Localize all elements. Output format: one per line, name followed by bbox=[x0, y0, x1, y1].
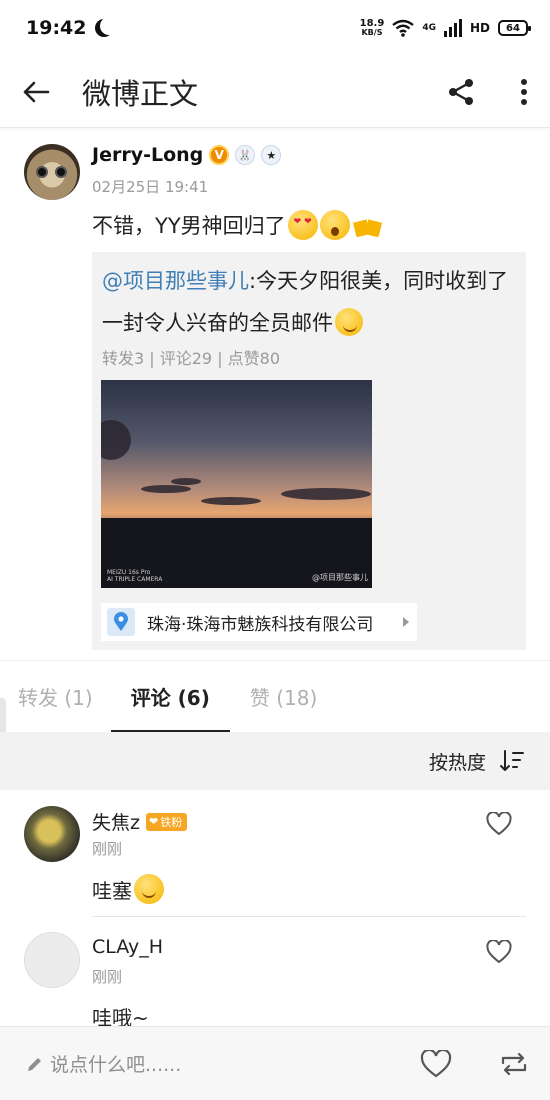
photo-cloud bbox=[281, 488, 371, 500]
bottom-actions bbox=[420, 1049, 528, 1078]
moon-icon bbox=[100, 17, 118, 35]
commenter-name[interactable]: 失焦z bbox=[92, 808, 140, 835]
blush-emoji-icon bbox=[134, 874, 164, 904]
comment-text: 哇塞 bbox=[92, 878, 132, 903]
avatar-eye bbox=[36, 166, 48, 178]
commenter-avatar[interactable] bbox=[24, 806, 80, 862]
hd-indicator: HD bbox=[469, 21, 490, 35]
sort-bar: 按热度 bbox=[0, 732, 550, 790]
tab-comments[interactable]: 评论 (6) bbox=[110, 661, 231, 733]
repost-text: @项目那些事儿:今天夕阳很美，同时收到了一封令人兴奋的全员邮件 bbox=[102, 260, 512, 344]
author-name[interactable]: Jerry-Long bbox=[92, 144, 203, 166]
comment-time: 刚刚 bbox=[92, 840, 123, 858]
heart-outline-icon[interactable] bbox=[486, 812, 512, 836]
fan-badge-label: 铁粉 bbox=[160, 815, 183, 829]
author-row: Jerry-Long V 🐰 ★ bbox=[92, 144, 282, 166]
more-vertical-icon[interactable] bbox=[520, 78, 528, 106]
commenter-name-row: 失焦z ❤ 铁粉 bbox=[92, 808, 188, 835]
network-speed-unit: KB/S bbox=[361, 28, 383, 37]
bunny-badge-icon: 🐰 bbox=[235, 145, 256, 165]
signal-icon bbox=[443, 19, 462, 37]
photo-watermark: MEIZU 16s Pro AI TRIPLE CAMERA bbox=[107, 569, 162, 583]
back-arrow-icon[interactable] bbox=[22, 80, 50, 104]
repost-stats: 转发3 | 评论29 | 点赞80 bbox=[102, 349, 281, 368]
network-type: 4G bbox=[422, 23, 436, 33]
pencil-icon bbox=[28, 1057, 41, 1071]
photo-cloud bbox=[141, 485, 191, 493]
commenter-name[interactable]: CLAy_H bbox=[92, 936, 163, 958]
comment-text-row: 哇塞 bbox=[92, 874, 164, 904]
repost-card[interactable]: @项目那些事儿:今天夕阳很美，同时收到了一封令人兴奋的全员邮件 转发3 | 评论… bbox=[92, 252, 526, 650]
post-timestamp: 02月25日 19:41 bbox=[92, 178, 209, 196]
sort-by-hot-button[interactable]: 按热度 bbox=[429, 748, 486, 775]
photo-cloud bbox=[101, 420, 131, 460]
heart-eyes-emoji-icon bbox=[287, 210, 318, 240]
repost-photo[interactable]: MEIZU 16s Pro AI TRIPLE CAMERA @项目那些事儿 bbox=[101, 380, 372, 588]
wifi-icon bbox=[392, 19, 415, 37]
commenter-avatar[interactable] bbox=[24, 932, 80, 988]
photo-cloud bbox=[171, 478, 201, 485]
network-speed: 18.9 KB/S bbox=[359, 18, 385, 38]
network-speed-value: 18.9 bbox=[359, 18, 385, 29]
status-time: 19:42 bbox=[26, 17, 87, 39]
photo-cloud bbox=[201, 497, 261, 505]
bottom-action-bar: 说点什么吧...... bbox=[0, 1026, 550, 1100]
post-text: 不错，YY男神回归了 bbox=[92, 214, 286, 238]
tab-reposts[interactable]: 转发 (1) bbox=[18, 661, 93, 733]
chevron-right-icon bbox=[403, 617, 409, 627]
avatar-eye bbox=[55, 166, 67, 178]
repost-mention-link[interactable]: @项目那些事儿 bbox=[102, 269, 249, 293]
battery-icon: 64 bbox=[498, 20, 531, 36]
fan-badge-heart-icon: ❤ bbox=[148, 815, 159, 828]
fan-badge: ❤ 铁粉 bbox=[145, 812, 188, 831]
verified-badge-icon: V bbox=[209, 145, 230, 165]
location-pin-icon bbox=[107, 608, 135, 636]
photo-watermark-sub: AI TRIPLE CAMERA bbox=[107, 576, 163, 583]
medal-badge-icon: ★ bbox=[261, 145, 282, 165]
title-bar: 微博正文 bbox=[0, 56, 550, 128]
post-tabs: 转发 (1) 评论 (6) 赞 (18) bbox=[0, 660, 550, 733]
photo-credit: @项目那些事儿 bbox=[312, 573, 368, 582]
shocked-emoji-icon bbox=[319, 210, 350, 240]
like-heart-icon[interactable] bbox=[420, 1049, 452, 1078]
status-bar: 19:42 18.9 KB/S 4G HD 64 bbox=[0, 0, 550, 56]
comment-divider bbox=[92, 916, 526, 917]
post-text-row: 不错，YY男神回归了 bbox=[92, 210, 384, 240]
location-text: 珠海·珠海市魅族科技有限公司 bbox=[147, 614, 374, 635]
tab-likes[interactable]: 赞 (18) bbox=[250, 661, 317, 733]
status-indicators: 18.9 KB/S 4G HD 64 bbox=[359, 18, 531, 38]
commenter-name-row: CLAy_H bbox=[92, 936, 163, 958]
sort-icon[interactable] bbox=[500, 750, 524, 772]
smile-emoji-icon bbox=[335, 308, 363, 336]
comment-input-placeholder: 说点什么吧...... bbox=[50, 1054, 182, 1076]
page-title: 微博正文 bbox=[82, 76, 199, 111]
location-tag[interactable]: 珠海·珠海市魅族科技有限公司 bbox=[101, 603, 417, 641]
header-actions bbox=[446, 77, 528, 107]
author-avatar[interactable] bbox=[24, 144, 80, 200]
comment-time: 刚刚 bbox=[92, 968, 123, 986]
repost-icon[interactable] bbox=[500, 1051, 528, 1077]
photo-watermark-brand: MEIZU 16s Pro bbox=[107, 569, 151, 576]
share-icon[interactable] bbox=[446, 77, 476, 107]
heart-outline-icon[interactable] bbox=[486, 940, 512, 964]
beer-cheers-emoji-icon bbox=[351, 210, 384, 240]
comment-input[interactable]: 说点什么吧...... bbox=[26, 1050, 181, 1077]
